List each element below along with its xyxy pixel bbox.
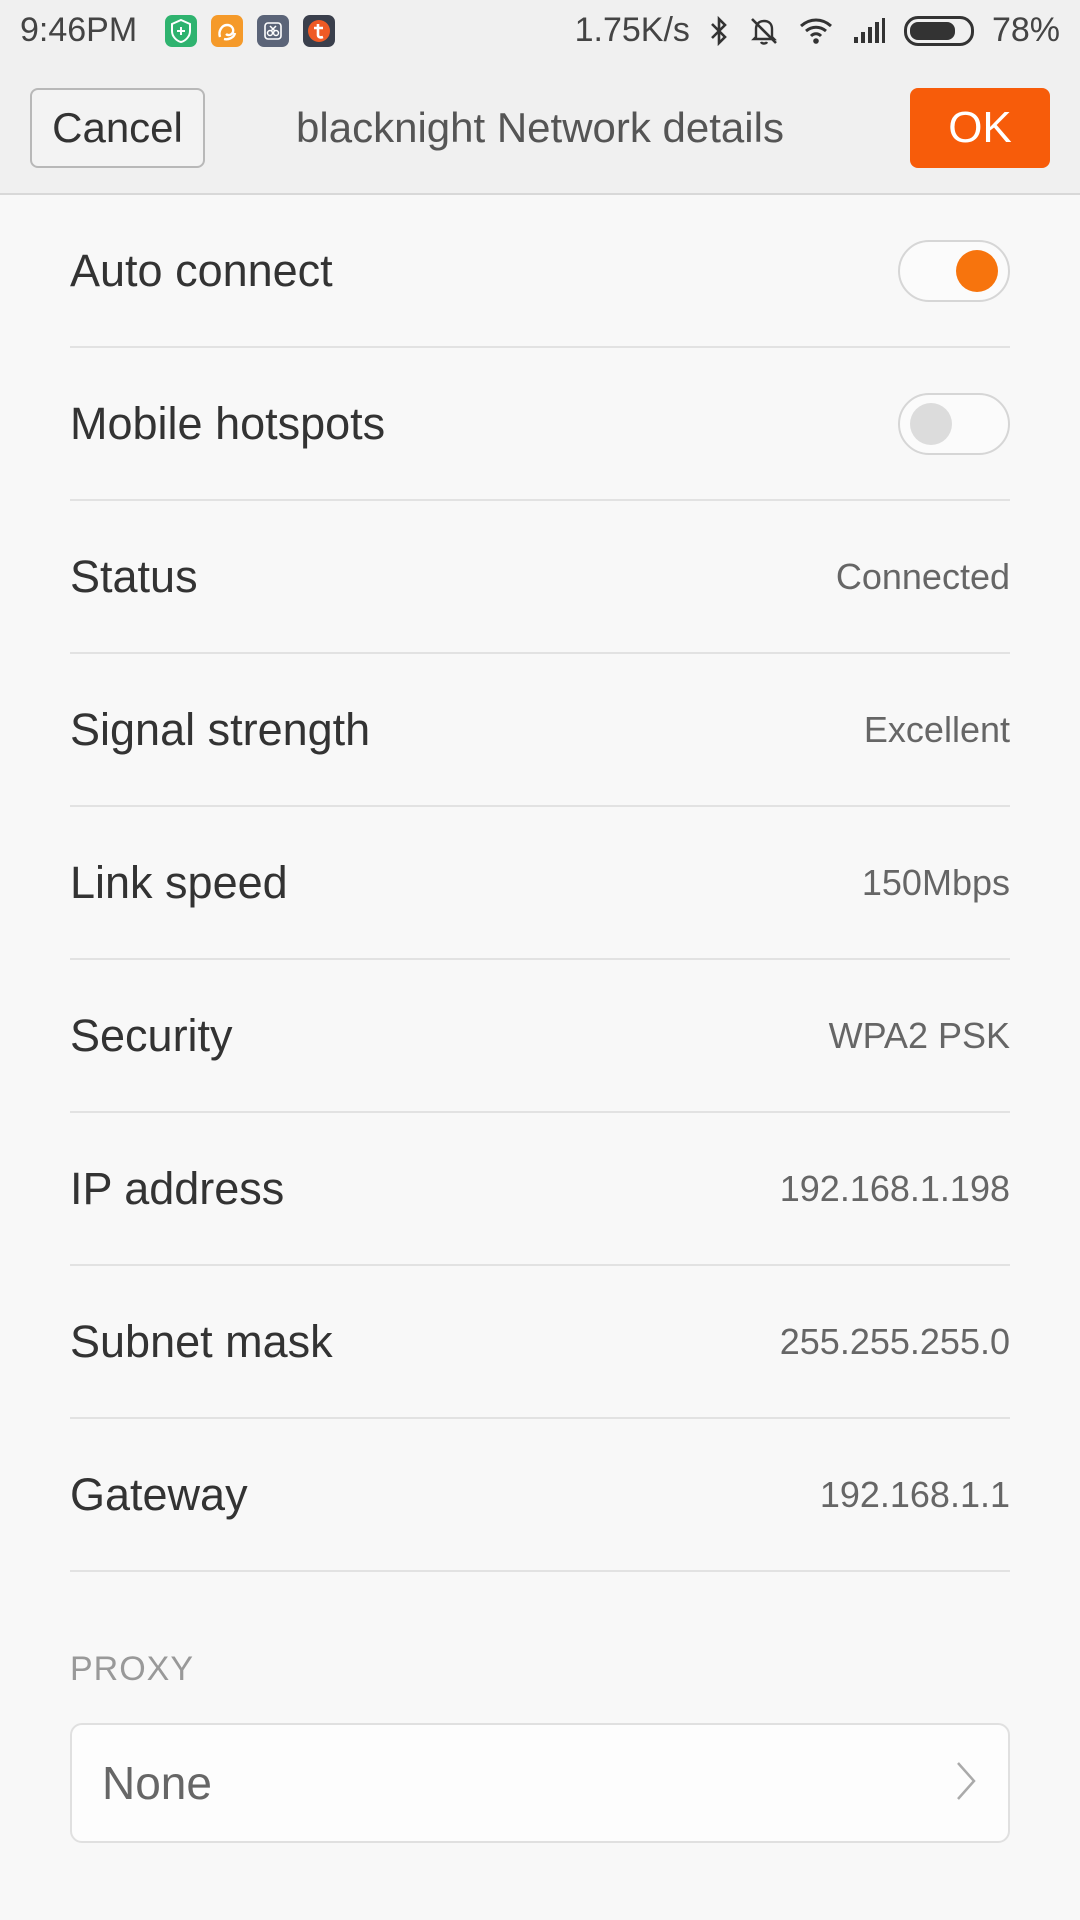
detail-row-signal-strength: Signal strength Excellent — [70, 654, 1010, 807]
auto-connect-toggle[interactable] — [898, 239, 1010, 302]
detail-label: Security — [70, 1009, 233, 1061]
detail-row-gateway: Gateway 192.168.1.1 — [70, 1419, 1010, 1572]
network-details-list: Auto connect Mobile hotspots Status Conn… — [70, 195, 1010, 1572]
status-bar: 9:46PM 1.75K/s 78% — [0, 0, 1080, 61]
detail-row-subnet-mask: Subnet mask 255.255.255.0 — [70, 1266, 1010, 1419]
cell-signal-icon — [852, 17, 886, 45]
toggle-knob — [910, 402, 952, 445]
silent-bell-icon — [748, 15, 780, 47]
battery-icon — [903, 15, 974, 46]
proxy-value: None — [102, 1757, 212, 1809]
proxy-select[interactable]: None — [70, 1723, 1010, 1843]
detail-value: 255.255.255.0 — [779, 1320, 1010, 1362]
t-app-icon — [303, 14, 336, 47]
detail-label: Signal strength — [70, 703, 371, 755]
detail-row-link-speed: Link speed 150Mbps — [70, 807, 1010, 960]
mobile-hotspots-row[interactable]: Mobile hotspots — [70, 348, 1010, 501]
detail-value: Excellent — [863, 708, 1010, 750]
detail-row-security: Security WPA2 PSK — [70, 960, 1010, 1113]
tool-app-icon — [257, 14, 290, 47]
detail-value: WPA2 PSK — [828, 1014, 1010, 1056]
detail-row-ip-address: IP address 192.168.1.198 — [70, 1113, 1010, 1266]
wifi-icon — [798, 16, 834, 46]
ok-button[interactable]: OK — [910, 88, 1050, 168]
auto-connect-row[interactable]: Auto connect — [70, 195, 1010, 348]
toggle-knob — [956, 249, 998, 292]
auto-connect-label: Auto connect — [70, 244, 333, 296]
detail-label: Gateway — [70, 1468, 248, 1520]
uc-browser-app-icon — [211, 14, 244, 47]
shield-app-icon — [165, 14, 198, 47]
network-speed: 1.75K/s — [574, 11, 690, 49]
status-left: 9:46PM — [20, 11, 336, 50]
detail-row-status: Status Connected — [70, 501, 1010, 654]
page-title: blacknight Network details — [296, 104, 784, 151]
detail-label: Status — [70, 550, 198, 602]
cancel-button[interactable]: Cancel — [30, 88, 205, 168]
status-right: 1.75K/s 78% — [575, 11, 1060, 50]
proxy-section-header: PROXY — [70, 1650, 195, 1688]
clock: 9:46PM — [20, 11, 138, 49]
battery-percent: 78% — [991, 11, 1060, 49]
chevron-right-icon — [954, 1759, 978, 1808]
mobile-hotspots-label: Mobile hotspots — [70, 397, 386, 449]
mobile-hotspots-toggle[interactable] — [898, 392, 1010, 455]
detail-value: 150Mbps — [861, 861, 1010, 903]
detail-label: Subnet mask — [70, 1315, 333, 1367]
detail-label: Link speed — [70, 856, 288, 908]
battery-fill — [909, 21, 956, 40]
detail-value: Connected — [835, 555, 1010, 597]
detail-value: 192.168.1.1 — [819, 1473, 1010, 1515]
detail-value: 192.168.1.198 — [779, 1167, 1010, 1209]
detail-label: IP address — [70, 1162, 285, 1214]
title-bar: Cancel blacknight Network details OK — [0, 61, 1080, 195]
bluetooth-icon — [708, 15, 730, 47]
